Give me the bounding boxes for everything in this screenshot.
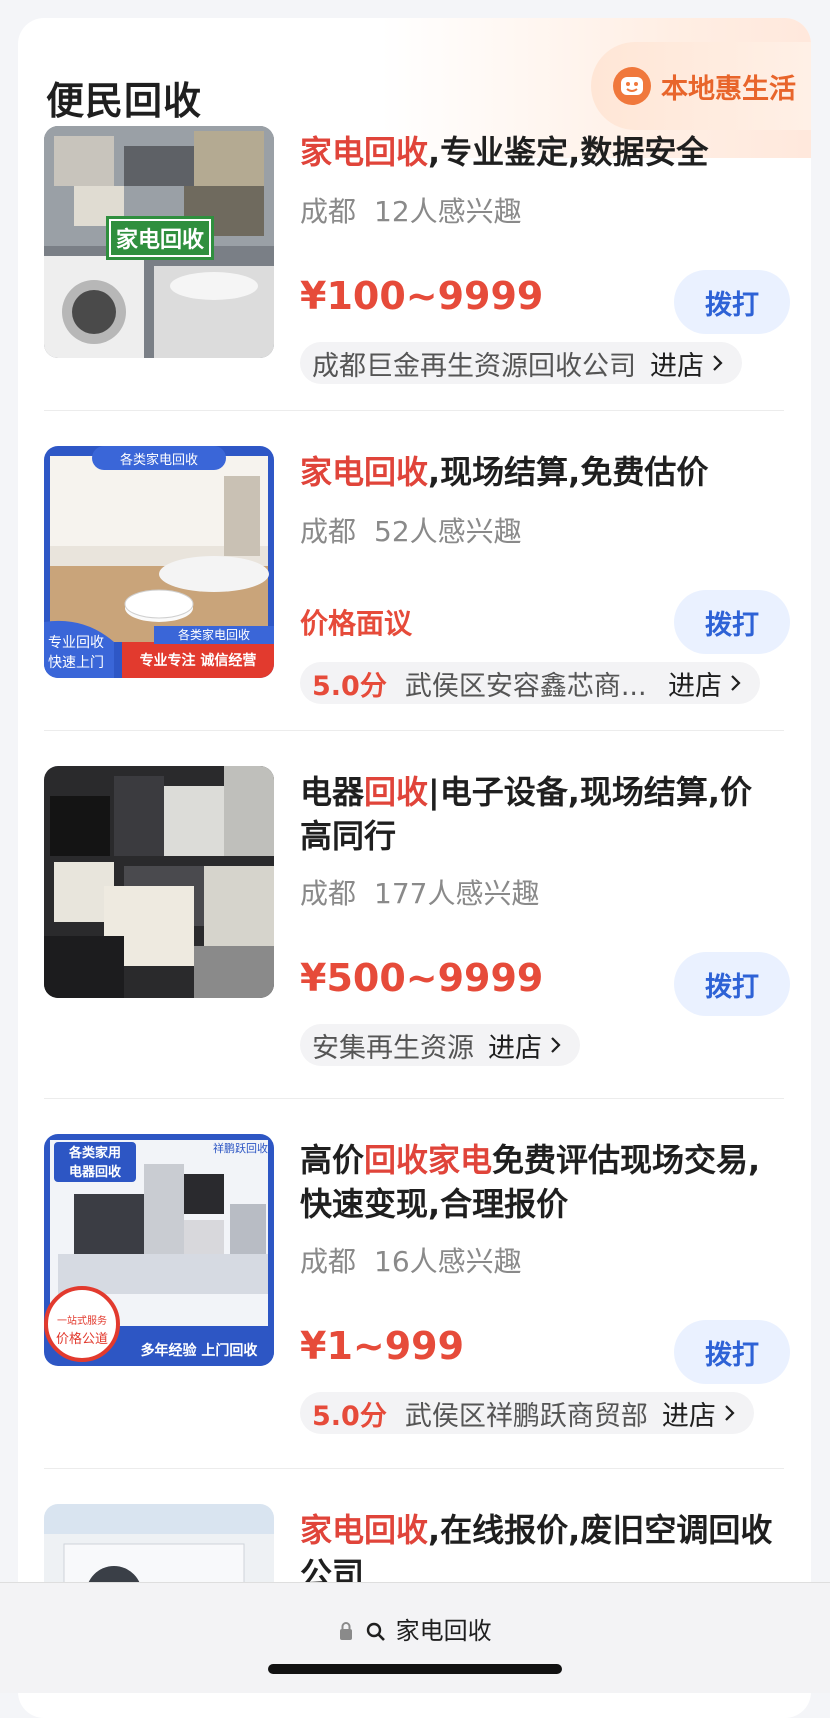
badge-label: 本地惠生活 <box>661 73 796 105</box>
interest-count: 177人感兴趣 <box>374 877 540 910</box>
list-item[interactable]: 家电回收 家电回收,专业鉴定,数据安全 成都 12人感兴趣 ¥100~9999 拨… <box>44 126 804 386</box>
divider <box>44 1098 784 1099</box>
location: 成都 <box>300 877 357 910</box>
store-score: 5.0分 <box>312 1400 387 1432</box>
thumb-right-top: 各类家电回收 <box>177 628 250 642</box>
enter-store[interactable]: 进店 <box>650 344 726 383</box>
price: ¥1~999 <box>300 1324 465 1368</box>
store-link[interactable]: 安集再生资源 进店 <box>300 1024 580 1066</box>
item-thumbnail[interactable]: 各类家用 电器回收 祥鹏跃回收 一站式服务 价格公道 多年经验 上门回收 <box>44 1134 274 1366</box>
recycling-card: 便民回收 本地惠生活 家电回收 家电回收,专业鉴定,数据安全 成都 12人感兴趣… <box>18 18 811 1718</box>
title-prefix: 高价 <box>300 1141 365 1179</box>
store-name: 成都巨金再生资源回收公司 <box>312 350 636 382</box>
list-item[interactable]: 各类家电回收 专业回收 快速上门 各类家电回收 专业专注 诚信经营 家电回收,现… <box>44 446 804 706</box>
location: 成都 <box>300 1245 357 1278</box>
title-highlight: 家电回收 <box>300 1511 429 1549</box>
smile-icon <box>613 67 651 105</box>
enter-store[interactable]: 进店 <box>488 1026 564 1065</box>
store-link[interactable]: 5.0分 武侯区安容鑫芯商... 进店 <box>300 662 760 704</box>
section-title: 便民回收 <box>46 79 203 123</box>
divider <box>44 1468 784 1469</box>
chevron-right-icon <box>725 1405 735 1421</box>
call-button[interactable]: 拨打 <box>674 270 790 334</box>
enter-label: 进店 <box>650 350 704 382</box>
thumb-left2: 快速上门 <box>48 655 104 671</box>
enter-label: 进店 <box>668 670 722 702</box>
price: 价格面议 <box>300 607 413 640</box>
thumb-tr: 祥鹏跃回收 <box>213 1142 268 1155</box>
item-title[interactable]: 家电回收,专业鉴定,数据安全 <box>300 130 780 174</box>
title-highlight: 回收家电 <box>364 1141 493 1179</box>
store-link[interactable]: 成都巨金再生资源回收公司 进店 <box>300 342 742 384</box>
thumb-circle2: 价格公道 <box>55 1332 108 1347</box>
item-thumbnail[interactable]: 家电回收 <box>44 126 274 358</box>
item-meta: 成都 52人感兴趣 <box>300 510 522 550</box>
item-title[interactable]: 高价回收家电免费评估现场交易,快速变现,合理报价 <box>300 1138 780 1226</box>
store-name: 武侯区安容鑫芯商... <box>404 670 647 702</box>
title-text: ,专业鉴定,数据安全 <box>428 133 709 171</box>
price: ¥500~9999 <box>300 956 544 1000</box>
list-item[interactable]: 电器回收|电子设备,现场结算,价高同行 成都 177人感兴趣 ¥500~9999 … <box>44 766 804 1066</box>
thumb-tl2: 电器回收 <box>68 1165 121 1180</box>
price: ¥100~9999 <box>300 274 544 318</box>
title-highlight: 回收 <box>364 773 429 811</box>
home-indicator <box>268 1664 562 1674</box>
call-button[interactable]: 拨打 <box>674 590 790 654</box>
call-button[interactable]: 拨打 <box>674 1320 790 1384</box>
item-meta: 成都 16人感兴趣 <box>300 1240 522 1280</box>
enter-label: 进店 <box>661 1400 716 1432</box>
interest-count: 52人感兴趣 <box>374 515 522 548</box>
store-score: 5.0分 <box>312 670 387 702</box>
chevron-right-icon <box>731 675 741 691</box>
thumb-right: 专业专注 诚信经营 <box>139 653 257 669</box>
item-title[interactable]: 家电回收,现场结算,免费估价 <box>300 450 780 494</box>
interest-count: 16人感兴趣 <box>374 1245 522 1278</box>
local-life-badge[interactable]: 本地惠生活 <box>591 42 811 130</box>
title-highlight: 家电回收 <box>300 133 429 171</box>
store-link[interactable]: 5.0分 武侯区祥鹏跃商贸部 进店 <box>300 1392 754 1434</box>
chevron-right-icon <box>551 1037 561 1053</box>
thumb-bottom: 多年经验 上门回收 <box>140 1343 258 1359</box>
search-icon <box>366 1622 385 1641</box>
item-thumbnail[interactable]: 各类家电回收 专业回收 快速上门 各类家电回收 专业专注 诚信经营 <box>44 446 274 678</box>
location: 成都 <box>300 195 357 228</box>
thumb-tl1: 各类家用 <box>68 1146 121 1161</box>
lock-icon <box>340 1622 353 1640</box>
item-thumbnail[interactable] <box>44 766 274 998</box>
item-title[interactable]: 电器回收|电子设备,现场结算,价高同行 <box>300 770 780 858</box>
store-name: 武侯区祥鹏跃商贸部 <box>404 1400 648 1432</box>
address-bar[interactable]: 家电回收 <box>0 1611 830 1646</box>
enter-store[interactable]: 进店 <box>668 664 744 703</box>
divider <box>44 410 784 411</box>
thumb-top: 各类家电回收 <box>119 453 198 468</box>
list-item[interactable]: 各类家用 电器回收 祥鹏跃回收 一站式服务 价格公道 多年经验 上门回收 高价回… <box>44 1134 804 1434</box>
location: 成都 <box>300 515 357 548</box>
item-meta: 成都 12人感兴趣 <box>300 190 522 230</box>
title-highlight: 家电回收 <box>300 453 429 491</box>
thumb-left1: 专业回收 <box>48 635 104 651</box>
title-text: ,现场结算,免费估价 <box>428 453 709 491</box>
interest-count: 12人感兴趣 <box>374 195 522 228</box>
store-name: 安集再生资源 <box>312 1032 474 1064</box>
address-text: 家电回收 <box>395 1617 492 1645</box>
enter-label: 进店 <box>488 1032 542 1064</box>
divider <box>44 730 784 731</box>
browser-bottom-bar: 家电回收 <box>0 1582 830 1693</box>
thumb-label: 家电回收 <box>115 228 204 253</box>
chevron-right-icon <box>713 355 723 371</box>
thumb-circle1: 一站式服务 <box>57 1316 107 1327</box>
item-meta: 成都 177人感兴趣 <box>300 872 539 912</box>
call-button[interactable]: 拨打 <box>674 952 790 1016</box>
title-prefix: 电器 <box>300 773 365 811</box>
enter-store[interactable]: 进店 <box>662 1394 738 1433</box>
